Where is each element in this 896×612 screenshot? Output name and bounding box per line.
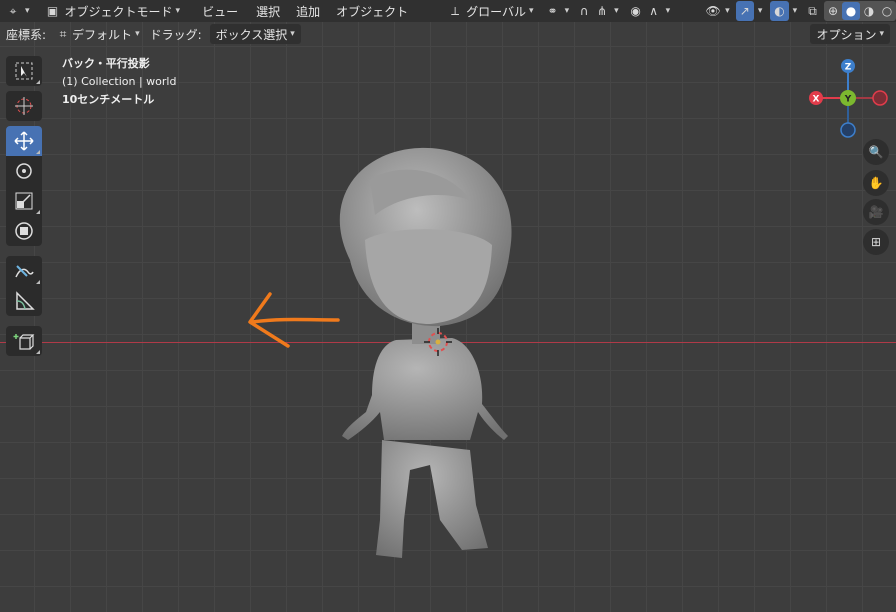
zoom-button[interactable]: 🔍	[863, 139, 889, 165]
annotate-icon	[15, 265, 34, 278]
menu-add[interactable]: 追加	[292, 1, 324, 21]
mode-dropdown[interactable]: ▣ オブジェクトモード ▾	[40, 1, 185, 21]
pivot-icon: ⚭	[547, 4, 558, 18]
drag-dropdown[interactable]: ボックス選択 ▾	[209, 24, 301, 44]
proportional-edit[interactable]: ◉ ∧ ▾	[623, 1, 675, 21]
view-name: バック・平行投影	[62, 57, 150, 70]
visibility-dropdown[interactable]: 👁 ▾	[700, 1, 734, 21]
gizmo-icon: ↗	[739, 4, 750, 18]
tool-add-cube[interactable]	[6, 326, 42, 356]
wireframe-shading-icon[interactable]: ⊕	[824, 2, 842, 20]
coord-value: デフォルト	[72, 27, 133, 42]
shading-group: ⊕ ● ◑ ○	[824, 1, 896, 21]
gizmo-y-label: Y	[844, 95, 852, 105]
camera-button[interactable]: 🎥	[863, 199, 889, 225]
gizmo-neg-z-axis[interactable]	[840, 122, 856, 138]
solid-shading-icon[interactable]: ●	[842, 2, 860, 20]
grid-scale: 10センチメートル	[62, 93, 155, 106]
cursor-icon	[15, 97, 33, 115]
hand-icon: ✋	[868, 176, 884, 190]
eye-icon: 👁	[705, 4, 721, 18]
xray-icon[interactable]: ⧉	[805, 2, 820, 20]
menu-select[interactable]: 選択	[252, 1, 284, 21]
snap-increment-icon[interactable]: ⋔	[593, 2, 611, 20]
overlay-toggle[interactable]: ◐	[770, 1, 789, 21]
mode-label: オブジェクトモード	[64, 4, 173, 19]
gizmo-chevron-icon[interactable]: ▾	[758, 6, 763, 16]
tool-rotate[interactable]	[6, 156, 42, 186]
tool-select-box[interactable]	[6, 56, 42, 86]
scale-icon	[15, 192, 33, 210]
tool-cursor[interactable]	[6, 91, 42, 121]
menu-object[interactable]: オブジェクト	[332, 1, 412, 21]
tool-annotate[interactable]	[6, 256, 42, 286]
material-shading-icon[interactable]: ◑	[860, 2, 878, 20]
object-mode-icon: ▣	[46, 4, 59, 18]
viewport-info: バック・平行投影 (1) Collection | world 10センチメート…	[62, 55, 176, 109]
coord-dropdown[interactable]: ⌗ デフォルト ▾	[50, 24, 144, 44]
tool-measure[interactable]	[6, 286, 42, 316]
select-box-icon	[15, 62, 33, 80]
gizmo-z-label: Z	[845, 63, 852, 73]
options-label: オプション	[816, 27, 877, 42]
ortho-toggle-button[interactable]: ⊞	[863, 229, 889, 255]
overlay-chevron-icon[interactable]: ▾	[793, 6, 798, 16]
coord-label: 座標系:	[6, 27, 47, 42]
transform-orientation-dropdown[interactable]: ⟂ グローバル ▾	[442, 1, 537, 21]
rendered-shading-icon[interactable]: ○	[878, 2, 896, 20]
gizmo-neg-x-axis[interactable]	[872, 90, 888, 106]
zoom-icon: 🔍	[868, 145, 884, 159]
tool-settings-bar: 座標系: ⌗ デフォルト ▾ ドラッグ: ボックス選択 ▾ オプション ▾	[0, 22, 896, 46]
drag-label: ドラッグ:	[149, 27, 202, 42]
drag-value: ボックス選択	[215, 27, 288, 42]
rotate-icon	[16, 163, 32, 179]
move-icon	[14, 131, 34, 151]
menu-view[interactable]: ビュー	[198, 1, 242, 21]
orientation-icon: ⟂	[451, 3, 460, 18]
snap-icon[interactable]: ∩	[575, 2, 593, 20]
camera-icon: 🎥	[868, 205, 884, 219]
gizmo-x-label: X	[813, 95, 820, 105]
editor-type-icon: ⌖	[9, 3, 17, 18]
coord-icon: ⌗	[59, 26, 67, 41]
gizmo-toggle[interactable]: ↗	[735, 1, 754, 21]
editor-type-button[interactable]: ⌖ ▾	[0, 1, 34, 21]
tool-scale[interactable]	[6, 186, 42, 216]
options-dropdown[interactable]: オプション ▾	[810, 24, 890, 44]
pivot-dropdown[interactable]: ⚭ ▾	[540, 1, 574, 21]
viewport-header: ⌖ ▾ ▣ オブジェクトモード ▾ ビュー 選択 追加 オブジェクト ⟂ グローバ…	[0, 0, 896, 22]
orientation-label: グローバル	[466, 4, 527, 19]
transform-icon	[15, 222, 33, 240]
tool-shelf	[6, 56, 44, 356]
proportional-edit-icon: ◉	[630, 4, 641, 18]
tool-move[interactable]	[6, 126, 42, 156]
snap-group: ∩ ⋔ ▾	[575, 1, 619, 21]
collection-info: (1) Collection | world	[62, 75, 177, 88]
tool-transform[interactable]	[6, 216, 42, 246]
grid-icon: ⊞	[870, 235, 882, 249]
falloff-icon: ∧	[649, 4, 659, 18]
measure-icon	[16, 291, 35, 310]
overlay-icon: ◐	[774, 4, 785, 18]
navigation-gizmo[interactable]: Z X Y	[800, 54, 896, 140]
add-cube-icon	[13, 334, 35, 350]
pan-button[interactable]: ✋	[863, 170, 889, 196]
